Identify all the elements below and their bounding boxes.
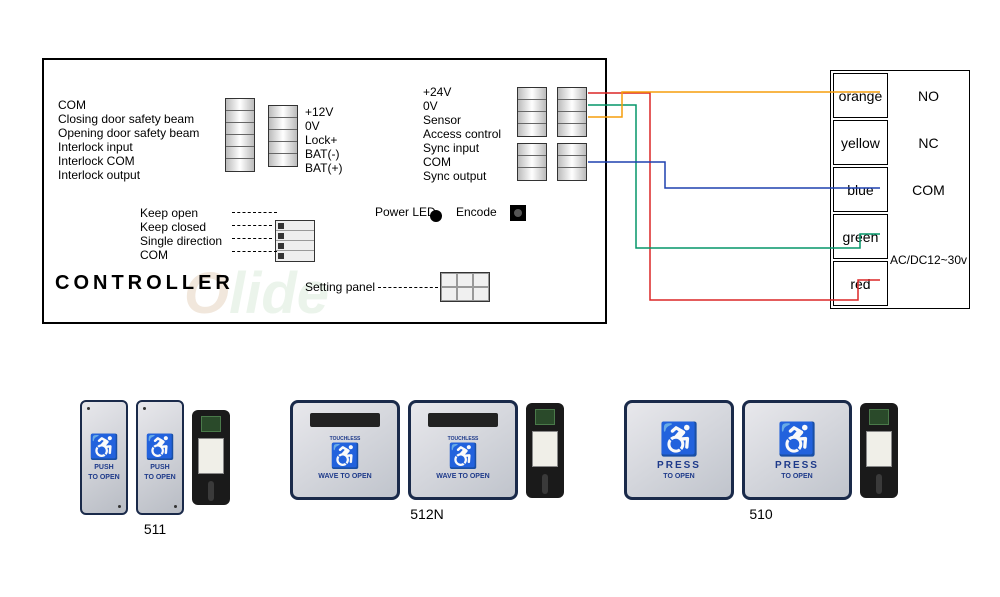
button-text-to-open: TO OPEN (144, 474, 175, 482)
push-button-512n-a: TOUCHLESS ♿ WAVE TO OPEN (290, 400, 400, 500)
button-text-press: PRESS (775, 460, 819, 471)
wire-terminal-table: orange NO yellow NC blue COM green AC/DC… (830, 70, 970, 309)
label-sync-output: Sync output (423, 169, 501, 183)
label-setting-panel: Setting panel (305, 280, 375, 294)
label-sync-input: Sync input (423, 141, 501, 155)
right-terminal-block-c (557, 87, 587, 137)
touchless-sensor-bar (310, 413, 380, 427)
right-terminal-block-a (517, 87, 547, 137)
wheelchair-icon: ♿ (448, 442, 478, 471)
receiver-module-512n (526, 403, 564, 498)
wire-terminal-yellow: yellow (833, 120, 888, 165)
label-keep-com: COM (140, 248, 222, 262)
receiver-module-510 (860, 403, 898, 498)
label-com-2: COM (423, 155, 501, 169)
push-button-511-b: ♿ PUSH TO OPEN (136, 400, 184, 515)
product-label-510: 510 (749, 506, 772, 522)
label-power-led: Power LED (375, 205, 436, 219)
label-single-direction: Single direction (140, 234, 222, 248)
wire-function-no: NO (890, 73, 967, 118)
label-bat-neg: BAT(-) (305, 147, 342, 161)
button-text-press: PRESS (657, 460, 701, 471)
setting-panel-label-group: Setting panel (305, 280, 375, 294)
dip-switch (275, 220, 315, 262)
power-led-label-group: Power LED (375, 205, 436, 219)
product-row: ♿ PUSH TO OPEN ♿ PUSH TO OPEN 511 TOUCHL… (80, 400, 950, 537)
label-0v-2: 0V (423, 99, 501, 113)
left-terminal-labels: COM Closing door safety beam Opening doo… (58, 98, 199, 182)
label-interlock-com: Interlock COM (58, 154, 199, 168)
wheelchair-icon: ♿ (659, 420, 699, 458)
button-text-push: PUSH (94, 464, 113, 472)
label-0v-1: 0V (305, 119, 342, 133)
label-interlock-input: Interlock input (58, 140, 199, 154)
push-button-510-b: ♿ PRESS TO OPEN (742, 400, 852, 500)
wheelchair-icon: ♿ (145, 433, 175, 462)
button-text-push: PUSH (150, 464, 169, 472)
product-group-510: ♿ PRESS TO OPEN ♿ PRESS TO OPEN 510 (624, 400, 898, 537)
wheelchair-icon: ♿ (777, 420, 817, 458)
wheelchair-icon: ♿ (89, 433, 119, 462)
push-button-510-a: ♿ PRESS TO OPEN (624, 400, 734, 500)
label-sensor: Sensor (423, 113, 501, 127)
product-group-511: ♿ PUSH TO OPEN ♿ PUSH TO OPEN 511 (80, 400, 230, 537)
button-text-to-open: TO OPEN (781, 473, 812, 481)
label-opening-beam: Opening door safety beam (58, 126, 199, 140)
right-terminal-labels: +24V 0V Sensor Access control Sync input… (423, 85, 501, 183)
encode-label-group: Encode (456, 205, 497, 219)
label-keep-closed: Keep closed (140, 220, 222, 234)
product-label-511: 511 (144, 521, 166, 537)
button-text-to-open: TO OPEN (663, 473, 694, 481)
right-terminal-block-b (517, 143, 547, 181)
product-label-512n: 512N (410, 506, 443, 522)
push-button-512n-b: TOUCHLESS ♿ WAVE TO OPEN (408, 400, 518, 500)
button-text-to-open: TO OPEN (88, 474, 119, 482)
wheelchair-icon: ♿ (330, 442, 360, 471)
button-text-wave: WAVE TO OPEN (436, 473, 489, 481)
wire-terminal-orange: orange (833, 73, 888, 118)
label-bat-pos: BAT(+) (305, 161, 342, 175)
right-terminal-block-d (557, 143, 587, 181)
left-terminal-block (225, 98, 255, 172)
wire-terminal-green: green (833, 214, 888, 259)
label-com: COM (58, 98, 199, 112)
label-closing-beam: Closing door safety beam (58, 112, 199, 126)
button-text-wave: WAVE TO OPEN (318, 473, 371, 481)
touchless-sensor-bar (428, 413, 498, 427)
wire-terminal-blue: blue (833, 167, 888, 212)
controller-title: CONTROLLER (55, 272, 234, 295)
label-access-control: Access control (423, 127, 501, 141)
label-keep-open: Keep open (140, 206, 222, 220)
wire-function-acdc: AC/DC12~30v (890, 214, 967, 306)
receiver-module-511 (192, 410, 230, 505)
power-led-indicator (430, 207, 442, 225)
wire-terminal-red: red (833, 261, 888, 306)
encode-button (510, 204, 526, 222)
push-button-511-a: ♿ PUSH TO OPEN (80, 400, 128, 515)
mid-terminal-block (268, 105, 298, 167)
product-group-512n: TOUCHLESS ♿ WAVE TO OPEN TOUCHLESS ♿ WAV… (290, 400, 564, 537)
wire-function-com: COM (890, 167, 967, 212)
label-encode: Encode (456, 205, 497, 219)
wire-function-nc: NC (890, 120, 967, 165)
label-interlock-output: Interlock output (58, 168, 199, 182)
keep-labels-group: Keep open Keep closed Single direction C… (140, 206, 222, 262)
label-12v: +12V (305, 105, 342, 119)
label-24v: +24V (423, 85, 501, 99)
mid-terminal-labels: +12V 0V Lock+ BAT(-) BAT(+) (305, 105, 342, 175)
label-lock: Lock+ (305, 133, 342, 147)
setting-panel-connector (440, 272, 490, 302)
